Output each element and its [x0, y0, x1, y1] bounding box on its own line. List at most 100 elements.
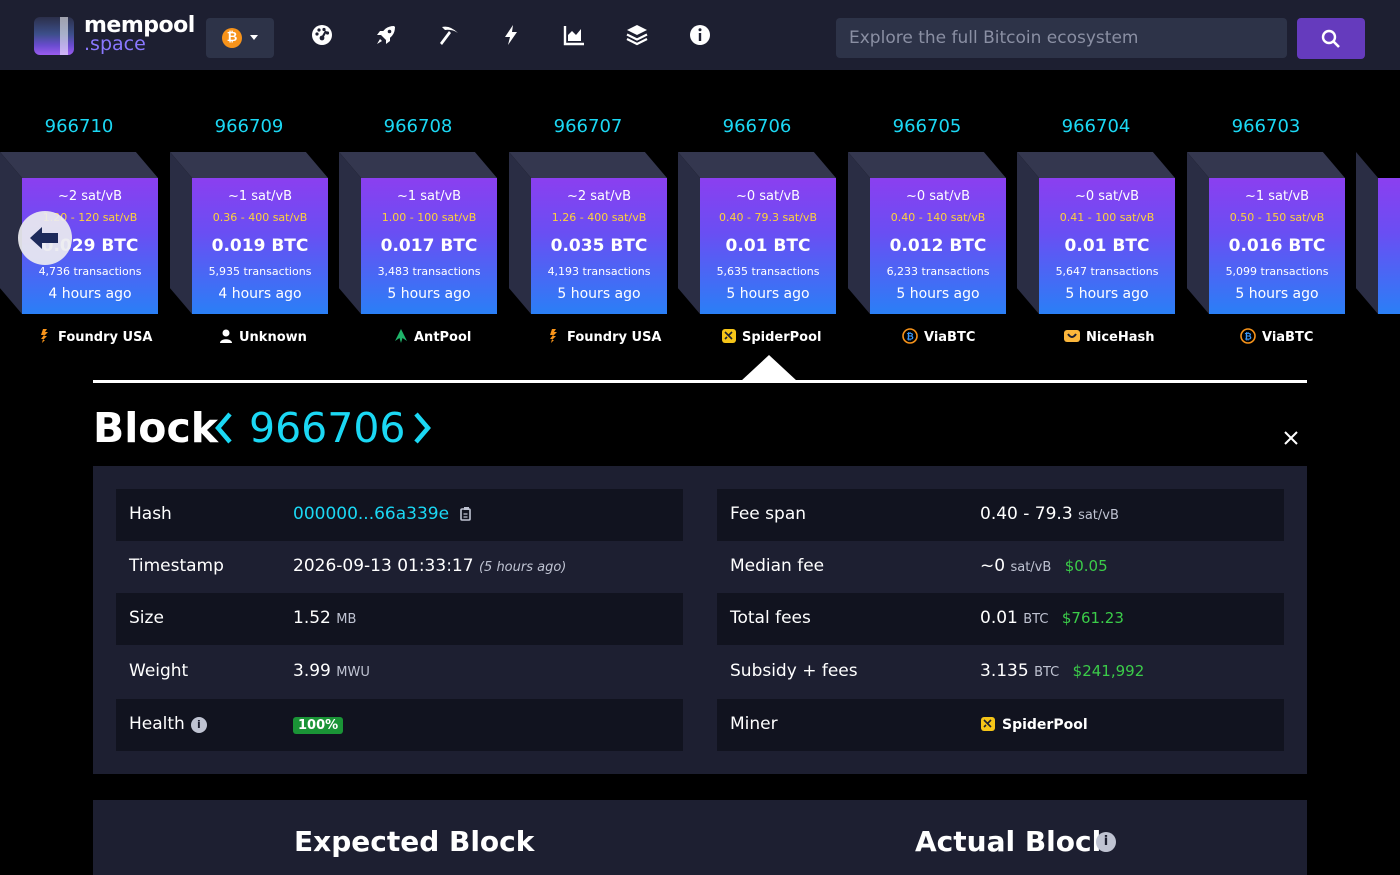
block-card[interactable]: 966708 ~1 sat/vB 1.00 - 100 sat/vB 0.017…: [339, 108, 497, 358]
search-button[interactable]: [1297, 18, 1365, 59]
block-height-link[interactable]: 966709: [170, 116, 328, 137]
search-input[interactable]: [836, 18, 1287, 58]
detail-value: ~0 sat/vB $0.05: [980, 556, 1108, 576]
block-height-link[interactable]: 966704: [1017, 116, 1175, 137]
info-icon[interactable]: i: [1096, 832, 1116, 852]
block-fee-range: 0.40 - 79.3 sat/vB: [719, 211, 817, 224]
detail-label: Miner: [730, 714, 778, 734]
detail-row-hash: Hash 000000...66a339e: [116, 489, 683, 541]
health-badge: 100%: [293, 717, 344, 734]
block-cube-face: ~1 sat/vB 1.00 - 100 sat/vB 0.017 BTC 3,…: [361, 178, 497, 314]
detail-label: Median fee: [730, 556, 825, 576]
block-card[interactable]: 966709 ~1 sat/vB 0.36 - 400 sat/vB 0.019…: [170, 108, 328, 358]
logo-text-space: .space: [84, 33, 146, 55]
mempool-logo[interactable]: mempool .space: [34, 13, 195, 57]
detail-value: 3.99 MWU: [293, 661, 370, 681]
block-pool-name: ViaBTC: [1262, 330, 1314, 345]
unknown-miner-icon: [220, 329, 232, 343]
scroll-back-button[interactable]: [18, 211, 72, 265]
detail-value: 2026-09-13 01:33:17 (5 hours ago): [293, 556, 566, 576]
info-icon[interactable]: i: [190, 717, 207, 733]
median-fee-unit: sat/vB: [1010, 560, 1052, 575]
block-card[interactable]: 966703 ~1 sat/vB 0.50 - 150 sat/vB 0.016…: [1187, 108, 1345, 358]
block-total-fees: 0.019 BTC: [211, 236, 309, 256]
block-height-link[interactable]: 966710: [0, 116, 158, 137]
network-selector[interactable]: ₿: [206, 18, 274, 58]
layers-icon[interactable]: [624, 22, 650, 48]
chevron-left-icon: [215, 412, 232, 444]
block-card-partial[interactable]: [1356, 152, 1400, 314]
block-pool-name: ViaBTC: [924, 330, 976, 345]
rocket-icon[interactable]: [373, 22, 399, 48]
block-fee-range: 1.00 - 100 sat/vB: [381, 211, 477, 224]
block-total-fees: 0.012 BTC: [889, 236, 987, 256]
detail-row-size: Size 1.52 MB: [116, 593, 683, 645]
detail-value: 0.01 BTC $761.23: [980, 608, 1124, 628]
miner-link[interactable]: SpiderPool: [980, 716, 1088, 733]
detail-row-timestamp: Timestamp 2026-09-13 01:33:17 (5 hours a…: [116, 541, 683, 593]
chart-icon[interactable]: [561, 22, 587, 48]
block-median-fee: ~0 sat/vB: [1074, 189, 1140, 204]
block-cube-top: [678, 152, 836, 178]
block-fee-range: 0.41 - 100 sat/vB: [1059, 211, 1155, 224]
block-median-fee: ~1 sat/vB: [396, 189, 462, 204]
svg-text:₿: ₿: [1244, 332, 1251, 343]
block-height-link[interactable]: 966705: [848, 116, 1006, 137]
detail-row-fee-span: Fee span 0.40 - 79.3 sat/vB: [717, 489, 1284, 541]
block-height-link[interactable]: 966706: [678, 116, 836, 137]
block-cube-side: [848, 152, 870, 314]
spiderpool-icon: [981, 717, 995, 731]
detail-value: 100%: [293, 714, 344, 734]
lightning-icon[interactable]: [498, 22, 524, 48]
expected-block-title: Expected Block: [294, 825, 535, 858]
block-time-ago: 5 hours ago: [1065, 286, 1149, 302]
block-card[interactable]: 966707 ~2 sat/vB 1.26 - 400 sat/vB 0.035…: [509, 108, 667, 358]
block-card[interactable]: 966704 ~0 sat/vB 0.41 - 100 sat/vB 0.01 …: [1017, 108, 1175, 358]
weight-unit: MWU: [336, 665, 370, 680]
block-total-fees: 0.01 BTC: [1064, 236, 1150, 256]
block-time-ago: 5 hours ago: [896, 286, 980, 302]
close-icon: [1284, 431, 1298, 445]
block-height-link[interactable]: 966703: [1187, 116, 1345, 137]
timestamp-relative: (5 hours ago): [478, 560, 567, 575]
pickaxe-icon[interactable]: [436, 22, 462, 48]
block-cube-side: [678, 152, 700, 314]
block-time-ago: 5 hours ago: [726, 286, 810, 302]
close-button[interactable]: [1282, 429, 1300, 447]
previous-block-button[interactable]: [212, 410, 236, 450]
spiderpool-icon: [722, 329, 736, 343]
block-cube-face: ~1 sat/vB 0.50 - 150 sat/vB 0.016 BTC 5,…: [1209, 178, 1345, 314]
next-block-button[interactable]: [410, 410, 434, 450]
block-cube-side: [1356, 152, 1378, 314]
block-card-selected[interactable]: 966706 ~0 sat/vB 0.40 - 79.3 sat/vB 0.01…: [678, 108, 836, 358]
detail-row-median-fee: Median fee ~0 sat/vB $0.05: [717, 541, 1284, 593]
top-navbar: mempool .space ₿: [0, 0, 1400, 70]
miner-name: SpiderPool: [1002, 717, 1088, 733]
detail-label: Health i: [129, 714, 207, 734]
block-cube-face: [1378, 178, 1400, 314]
antpool-icon: [395, 329, 407, 343]
detail-label: Total fees: [730, 608, 811, 628]
block-height-title: 966706: [249, 404, 406, 452]
block-pool[interactable]: ₿ ViaBTC: [1240, 328, 1400, 345]
weight-value: 3.99: [293, 661, 331, 681]
block-pool-name: Foundry USA: [567, 330, 662, 345]
info-icon[interactable]: [687, 22, 713, 48]
detail-label: Fee span: [730, 504, 807, 524]
block-height-link[interactable]: 966708: [339, 116, 497, 137]
block-cube-face: ~0 sat/vB 0.40 - 140 sat/vB 0.012 BTC 6,…: [870, 178, 1006, 314]
block-median-fee: ~0 sat/vB: [905, 189, 971, 204]
viabtc-icon: ₿: [902, 328, 918, 344]
block-hash-link[interactable]: 000000...66a339e: [293, 504, 449, 524]
detail-label: Hash: [129, 504, 172, 524]
block-height-link[interactable]: 966707: [509, 116, 667, 137]
block-card[interactable]: 966705 ~0 sat/vB 0.40 - 140 sat/vB 0.012…: [848, 108, 1006, 358]
detail-row-subsidy: Subsidy + fees 3.135 BTC $241,992: [717, 646, 1284, 698]
dashboard-icon[interactable]: [309, 22, 335, 48]
detail-label: Weight: [129, 661, 189, 681]
block-median-fee: ~0 sat/vB: [735, 189, 801, 204]
copy-icon[interactable]: [460, 506, 474, 521]
block-total-fees: 0.016 BTC: [1228, 236, 1326, 256]
block-cube-top: [848, 152, 1006, 178]
viabtc-icon: ₿: [1240, 328, 1256, 344]
